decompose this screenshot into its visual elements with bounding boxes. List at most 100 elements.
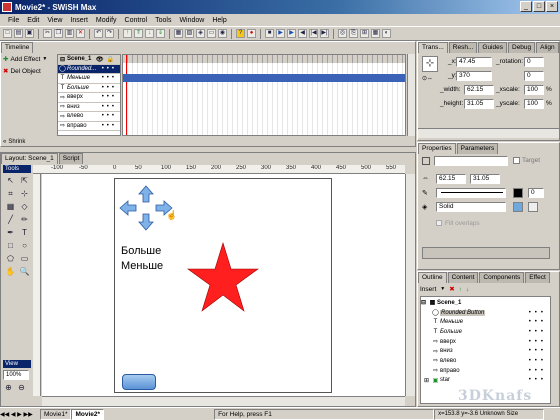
xscale-field[interactable]: 100: [524, 85, 544, 95]
prop-height-field[interactable]: 31.05: [470, 174, 500, 184]
anchor-grid-icon[interactable]: ⊹: [422, 56, 438, 72]
tab-script[interactable]: Script: [58, 153, 84, 164]
layer-dots[interactable]: •••: [102, 94, 120, 100]
tree-row[interactable]: ◯ Rounded Button •••: [421, 308, 550, 318]
menu-help[interactable]: Help: [212, 17, 226, 24]
canvas-hscrollbar[interactable]: [42, 396, 405, 406]
layer-row[interactable]: ⇨ вверх •••: [58, 93, 120, 103]
move-down-icon[interactable]: ↓: [145, 29, 154, 38]
fill-color-swatch[interactable]: [513, 202, 523, 212]
tab-guides[interactable]: Guides: [478, 42, 507, 53]
canvas-vscrollbar[interactable]: [405, 174, 415, 396]
tab-reshape[interactable]: Resh...: [448, 42, 478, 53]
expand-icon[interactable]: ⊞: [424, 377, 431, 384]
reshape-tool-icon[interactable]: ◇: [19, 201, 30, 212]
fill-style-select[interactable]: Solid: [436, 202, 506, 212]
tab-layout[interactable]: Layout: Scene_1: [1, 153, 58, 164]
transform-tool-icon[interactable]: ⌗: [5, 188, 16, 199]
frame-grid[interactable]: [122, 54, 406, 136]
layer-row[interactable]: T Меньше •••: [58, 74, 120, 84]
menu-insert[interactable]: Insert: [70, 17, 88, 24]
timeline-scrollbar[interactable]: [407, 54, 415, 136]
menu-modify[interactable]: Modify: [96, 17, 117, 24]
line-tool-icon[interactable]: ╱: [5, 214, 16, 225]
tab-align[interactable]: Align: [536, 42, 559, 53]
selected-frame-track[interactable]: [123, 74, 405, 82]
grid-icon[interactable]: ▦: [371, 29, 380, 38]
move-up-icon[interactable]: ↑: [123, 29, 132, 38]
document-nav-arrows[interactable]: ◀◀ ◀ ▶ ▶▶: [0, 411, 40, 418]
rewind-icon[interactable]: ◀: [298, 29, 307, 38]
tree-row[interactable]: ⊞ ▣ star •••: [421, 376, 550, 386]
bezier-tool-icon[interactable]: ✒: [5, 227, 16, 238]
yscale-field[interactable]: 100: [524, 99, 544, 109]
height-field[interactable]: 31.05: [464, 99, 494, 109]
ellipse-tool-icon[interactable]: ○: [19, 240, 30, 251]
stop-icon[interactable]: ■: [265, 29, 274, 38]
object-name-field[interactable]: [434, 156, 508, 166]
fill-transform-tool-icon[interactable]: ▦: [5, 201, 16, 212]
tree-dots[interactable]: •••: [529, 358, 550, 364]
add-effect-button[interactable]: ✚ Add Effect ▼: [3, 54, 55, 64]
layer-row[interactable]: T Больше •••: [58, 84, 120, 93]
move-down-icon[interactable]: ↓: [466, 286, 469, 293]
tree-row[interactable]: ⇨ влево •••: [421, 356, 550, 366]
y-field[interactable]: 370: [456, 71, 492, 81]
target-checkbox[interactable]: [513, 157, 520, 164]
menu-window[interactable]: Window: [179, 17, 204, 24]
tree-row[interactable]: T Больше •••: [421, 327, 550, 337]
copy-icon[interactable]: ❐: [54, 29, 63, 38]
help-icon[interactable]: ?: [236, 29, 245, 38]
button-tool-icon[interactable]: ▭: [19, 253, 30, 264]
tree-dots[interactable]: •••: [529, 368, 550, 374]
arrows-group[interactable]: ☝: [119, 185, 175, 231]
stage[interactable]: ☝ Больше Меньше: [114, 178, 332, 393]
rectangle-tool-icon[interactable]: □: [5, 240, 16, 251]
layer-row[interactable]: ⇨ вправо •••: [58, 122, 120, 131]
tab-outline[interactable]: Outline: [418, 272, 447, 283]
text-menshe[interactable]: Меньше: [121, 260, 163, 273]
hand-tool-icon[interactable]: ✋: [5, 266, 16, 277]
gradient-swatch[interactable]: [528, 202, 538, 212]
tree-dots[interactable]: •••: [529, 339, 550, 345]
minimize-button[interactable]: _: [520, 1, 532, 12]
tree-row[interactable]: ⇨ вправо •••: [421, 366, 550, 376]
info-icon[interactable]: ●: [247, 29, 256, 38]
x-field[interactable]: 47.45: [456, 57, 492, 67]
tree-dots[interactable]: •••: [529, 319, 550, 325]
tab-transform[interactable]: Trans...: [418, 42, 448, 53]
menu-edit[interactable]: Edit: [27, 17, 39, 24]
rotation2-field[interactable]: 0: [524, 71, 544, 81]
motion-tool-icon[interactable]: ⊹: [19, 188, 30, 199]
frame-ruler[interactable]: [123, 55, 405, 63]
layer-dots[interactable]: •••: [102, 85, 120, 91]
document-tab-movie2[interactable]: Movie2*: [71, 408, 105, 420]
rounded-button-shape[interactable]: [122, 374, 156, 390]
insert-button[interactable]: Insert: [420, 286, 436, 293]
tab-debug[interactable]: Debug: [508, 42, 536, 53]
paste-icon[interactable]: ▥: [65, 29, 74, 38]
tab-parameters[interactable]: Parameters: [456, 143, 499, 154]
tree-row[interactable]: ⇨ вниз •••: [421, 346, 550, 356]
ungroup-icon[interactable]: ▧: [185, 29, 194, 38]
zoom-out-icon[interactable]: ⊖: [16, 382, 27, 393]
zoom-select[interactable]: 100%: [3, 370, 29, 380]
layer-row[interactable]: ◯ Rounded... •••: [58, 64, 120, 74]
group-icon[interactable]: ▦: [174, 29, 183, 38]
preview-icon[interactable]: ◎: [338, 29, 347, 38]
save-icon[interactable]: ▣: [25, 29, 34, 38]
move-bottom-icon[interactable]: ⇓: [156, 29, 165, 38]
tab-properties[interactable]: Properties: [418, 143, 456, 154]
tree-dots[interactable]: •••: [529, 377, 550, 383]
shrink-button[interactable]: « Shrink: [3, 137, 25, 146]
move-up-icon[interactable]: ↑: [459, 286, 462, 293]
undo-icon[interactable]: ↶: [94, 29, 103, 38]
tab-components[interactable]: Components: [479, 272, 525, 283]
cut-icon[interactable]: ✂: [43, 29, 52, 38]
document-tab-movie1[interactable]: Movie1*: [40, 408, 72, 420]
tree-row[interactable]: T Меньше •••: [421, 317, 550, 327]
layer-dots[interactable]: •••: [102, 104, 120, 110]
menu-view[interactable]: View: [47, 17, 62, 24]
close-button[interactable]: ×: [546, 1, 558, 12]
swf-icon[interactable]: ◐: [382, 29, 391, 38]
